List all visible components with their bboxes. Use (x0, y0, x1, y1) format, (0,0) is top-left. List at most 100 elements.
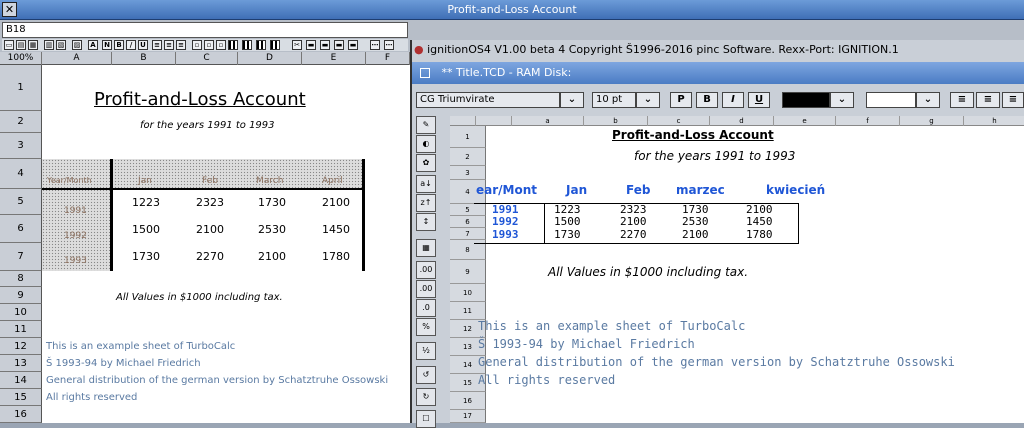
row-header[interactable]: 13 (0, 355, 42, 372)
column-header[interactable]: b (584, 116, 648, 126)
tool-icon[interactable]: ◐ (416, 135, 436, 153)
row-header[interactable]: 16 (0, 406, 42, 423)
align-left-icon[interactable]: ≡ (152, 40, 162, 50)
value-cell[interactable]: 1500 (132, 223, 160, 236)
row-header[interactable]: 17 (450, 410, 486, 423)
value-cell[interactable]: 2270 (196, 250, 224, 263)
grid-icon[interactable]: ⋯ (384, 40, 394, 50)
size-select[interactable]: 10 pt (592, 92, 636, 108)
value-cell[interactable]: 1780 (746, 228, 773, 241)
grid-icon[interactable]: ⋯ (370, 40, 380, 50)
value-cell[interactable]: 1223 (132, 196, 160, 209)
pattern-icon[interactable] (228, 40, 238, 50)
chevron-down-icon[interactable]: ⌄ (560, 92, 584, 108)
value-cell[interactable]: 1730 (258, 196, 286, 209)
font-select[interactable]: CG Triumvirate (416, 92, 560, 108)
column-header[interactable]: A (42, 52, 112, 65)
chevron-down-icon[interactable]: ⌄ (636, 92, 660, 108)
row-header[interactable]: 4 (0, 159, 42, 189)
decimal-icon[interactable]: .00 (416, 280, 436, 298)
row-header[interactable]: 14 (0, 372, 42, 389)
document-title-bar[interactable]: ** Title.TCD - RAM Disk: (412, 62, 1024, 84)
row-header[interactable]: 10 (450, 284, 486, 302)
app-title-bar[interactable]: ● ignitionOS4 V1.00 beta 4 Copyright Š19… (412, 40, 1024, 60)
bold-icon[interactable]: B (114, 40, 124, 50)
column-header[interactable]: D (238, 52, 302, 65)
row-header[interactable]: 10 (0, 304, 42, 321)
row-header[interactable]: 11 (0, 321, 42, 338)
font-icon[interactable]: A (88, 40, 98, 50)
row-header[interactable]: 12 (0, 338, 42, 355)
underline-icon[interactable]: U (138, 40, 148, 50)
plain-button[interactable]: P (670, 92, 692, 108)
column-header[interactable]: F (366, 52, 410, 65)
text-color-swatch[interactable] (782, 92, 830, 108)
align-center-icon[interactable]: ≡ (164, 40, 174, 50)
row-header[interactable]: 16 (450, 392, 486, 410)
chevron-down-icon[interactable]: ⌄ (916, 92, 940, 108)
normal-icon[interactable]: N (102, 40, 112, 50)
save-icon[interactable]: ▦ (28, 40, 38, 50)
row-header[interactable]: 3 (0, 133, 42, 159)
value-cell[interactable]: 1730 (554, 228, 581, 241)
format-icon[interactable]: ▫ (216, 40, 226, 50)
background-color-swatch[interactable] (866, 92, 916, 108)
column-header[interactable]: e (774, 116, 836, 126)
underline-button[interactable]: U (748, 92, 770, 108)
row-header[interactable]: 6 (0, 215, 42, 243)
row-header[interactable]: 7 (450, 228, 486, 240)
tool-icon[interactable]: ▬ (320, 40, 330, 50)
chevron-down-icon[interactable]: ⌄ (830, 92, 854, 108)
tool-icon[interactable]: ▬ (348, 40, 358, 50)
value-cell[interactable]: 2530 (682, 215, 709, 228)
sort-icon[interactable]: ↕ (416, 213, 436, 231)
column-header[interactable]: a (512, 116, 584, 126)
decimal-icon[interactable]: .0 (416, 299, 436, 317)
value-cell[interactable]: 2100 (196, 223, 224, 236)
row-header[interactable]: 5 (0, 189, 42, 215)
bold-button[interactable]: B (696, 92, 718, 108)
tool-icon[interactable]: ✎ (416, 116, 436, 134)
align-right-icon[interactable]: ≡ (176, 40, 186, 50)
fraction-icon[interactable]: ½ (416, 342, 436, 360)
undo-icon[interactable]: ↺ (416, 366, 436, 384)
redo-icon[interactable]: ↻ (416, 388, 436, 406)
row-header[interactable]: 6 (450, 216, 486, 228)
copy-icon[interactable]: ▧ (56, 40, 66, 50)
value-cell[interactable]: 2100 (682, 228, 709, 241)
column-header[interactable]: d (710, 116, 774, 126)
row-header[interactable]: 11 (450, 302, 486, 320)
sort-desc-icon[interactable]: z↑ (416, 194, 436, 212)
value-cell[interactable]: 1450 (746, 215, 773, 228)
column-header[interactable]: c (648, 116, 710, 126)
row-header[interactable]: 9 (450, 260, 486, 284)
format-icon[interactable]: ▫ (192, 40, 202, 50)
paste-icon[interactable]: ▨ (72, 40, 82, 50)
value-cell[interactable]: 2270 (620, 228, 647, 241)
row-header[interactable]: 8 (0, 271, 42, 287)
pattern-icon[interactable] (256, 40, 266, 50)
cell-reference-field[interactable]: B18 (2, 22, 408, 38)
row-header[interactable]: 1 (0, 65, 42, 111)
zoom-label[interactable]: 100% (0, 52, 42, 65)
print-icon[interactable]: ▥ (44, 40, 54, 50)
pattern-icon[interactable] (270, 40, 280, 50)
align-left-icon[interactable]: ≡ (950, 92, 974, 108)
checkbox-icon[interactable]: ☐ (416, 410, 436, 428)
tool-icon[interactable]: ▬ (334, 40, 344, 50)
column-header[interactable]: E (302, 52, 366, 65)
value-cell[interactable]: 2100 (258, 250, 286, 263)
decimal-icon[interactable]: .00 (416, 261, 436, 279)
sort-asc-icon[interactable]: a↓ (416, 175, 436, 193)
tool-icon[interactable]: ▬ (306, 40, 316, 50)
grid-icon[interactable]: ▦ (416, 239, 436, 257)
row-header[interactable]: 2 (0, 111, 42, 133)
row-header[interactable]: 15 (0, 389, 42, 406)
value-cell[interactable]: 2323 (196, 196, 224, 209)
new-icon[interactable]: ▭ (4, 40, 14, 50)
value-cell[interactable]: 1450 (322, 223, 350, 236)
value-cell[interactable]: 2100 (322, 196, 350, 209)
column-header[interactable]: B (112, 52, 176, 65)
value-cell[interactable]: 1780 (322, 250, 350, 263)
column-header[interactable]: f (836, 116, 900, 126)
